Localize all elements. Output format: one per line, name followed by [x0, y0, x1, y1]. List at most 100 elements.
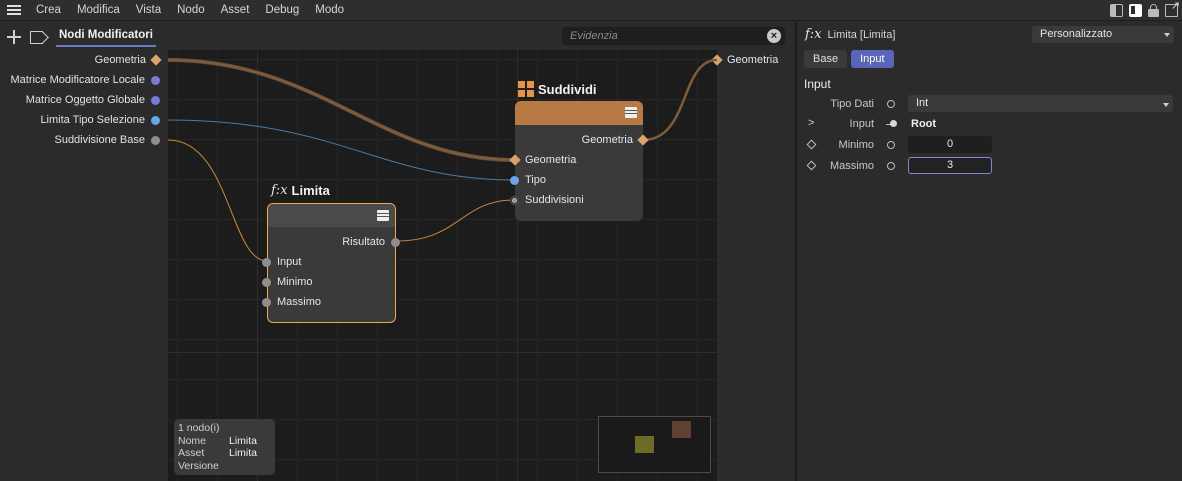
graph-input-limita-tipo-selezione[interactable]: Limita Tipo Selezione [40, 110, 168, 130]
port-dot-icon[interactable] [151, 115, 160, 125]
add-node-icon[interactable] [0, 22, 28, 50]
layout-panel-icon[interactable] [1110, 4, 1123, 17]
info-value: Limita [229, 447, 258, 459]
info-row: Asset Limita [178, 447, 271, 460]
menu-nodo[interactable]: Nodo [169, 0, 213, 21]
minimo-field[interactable]: 0 [908, 136, 992, 153]
section-heading: Input [804, 77, 831, 91]
graph-input-matrice-modificatore-locale[interactable]: Matrice Modificatore Locale [10, 70, 168, 90]
port-dot-icon[interactable] [510, 175, 519, 185]
tipo-dati-dropdown[interactable]: Int [908, 95, 1173, 112]
node-output-risultato[interactable]: Risultato [342, 232, 400, 252]
attribute-tabs: Base Input [804, 50, 894, 68]
node-menu-icon[interactable] [377, 210, 389, 221]
lock-icon[interactable] [1148, 4, 1159, 17]
port-dot-icon[interactable] [262, 257, 271, 267]
port-label: Suddivisioni [525, 194, 584, 206]
preset-dropdown[interactable]: Personalizzato [1032, 26, 1174, 43]
chevron-right-icon[interactable]: > [808, 118, 816, 129]
port-dot-icon[interactable] [262, 277, 271, 287]
port-dot-icon[interactable] [262, 297, 271, 307]
port-label: Suddivisione Base [54, 134, 145, 146]
node-title-text: Limita [291, 183, 330, 198]
node-count: 1 nodo(i) [178, 422, 220, 434]
graph-input-suddivisione-base[interactable]: Suddivisione Base [54, 130, 168, 150]
graph-input-geometria[interactable]: Geometria [95, 50, 168, 70]
attribute-title: Limita [Limita] [827, 28, 896, 41]
node-menu-icon[interactable] [625, 107, 637, 118]
highlight-search-input[interactable] [570, 30, 760, 42]
menu-debug[interactable]: Debug [257, 0, 307, 21]
function-fx-icon: f:x [271, 183, 288, 198]
node-limita-title: f:x Limita [271, 183, 330, 198]
clear-search-icon[interactable]: × [767, 29, 781, 43]
node-input-tipo[interactable]: Tipo [510, 170, 546, 190]
port-dot-icon[interactable] [151, 135, 160, 145]
node-output-geometria[interactable]: Geometria [581, 130, 649, 150]
node-header[interactable] [515, 101, 643, 125]
port-label: Tipo [525, 174, 546, 186]
port-label: Matrice Modificatore Locale [10, 74, 145, 86]
tab-base[interactable]: Base [804, 50, 848, 68]
animation-ring-icon[interactable] [887, 141, 895, 149]
hamburger-menu-icon[interactable] [0, 0, 28, 21]
port-dot-icon[interactable] [510, 195, 519, 205]
param-label: Input [849, 118, 874, 130]
port-label: Minimo [277, 276, 313, 288]
node-input-massimo[interactable]: Massimo [262, 292, 321, 312]
layout-single-icon[interactable] [1129, 4, 1142, 17]
port-dot-icon[interactable] [391, 237, 400, 247]
graph-input-matrice-oggetto-globale[interactable]: Matrice Oggetto Globale [26, 90, 168, 110]
node-limita[interactable]: Risultato Input Minimo Massimo [262, 203, 400, 323]
info-key: Nome [178, 434, 207, 447]
menu-vista[interactable]: Vista [128, 0, 169, 21]
node-input-geometria[interactable]: Geometria [509, 150, 577, 170]
port-diamond-icon[interactable] [711, 54, 723, 66]
menu-modifica[interactable]: Modifica [69, 0, 128, 21]
menu-modo[interactable]: Modo [307, 0, 352, 21]
tab-input[interactable]: Input [851, 50, 894, 68]
port-label: Matrice Oggetto Globale [25, 94, 145, 106]
node-suddividi[interactable]: Geometria Geometria Tipo Suddivisioni [509, 101, 649, 221]
param-minimo: Minimo 0 [797, 136, 1182, 154]
param-tipo-dati: Tipo Dati Int [797, 95, 1182, 113]
node-input-input[interactable]: Input [262, 252, 301, 272]
animation-ring-icon[interactable] [887, 100, 895, 108]
port-dot-icon[interactable] [151, 95, 160, 105]
tag-icon[interactable] [28, 22, 48, 50]
minimap[interactable] [598, 416, 711, 473]
port-label: Geometria [94, 54, 146, 66]
port-diamond-icon[interactable] [509, 154, 521, 166]
port-label: Risultato [342, 236, 385, 248]
info-row: Nome Limita [178, 435, 271, 448]
graph-output-ports: Geometria [711, 50, 795, 481]
port-diamond-icon[interactable] [150, 54, 162, 66]
animation-ring-icon[interactable] [887, 162, 895, 170]
graph-input-ports: Geometria Matrice Modificatore Locale Ma… [0, 50, 168, 481]
menu-asset[interactable]: Asset [213, 0, 258, 21]
minimap-node [635, 436, 654, 453]
chevron-down-icon [1164, 33, 1170, 37]
menu-crea[interactable]: Crea [28, 0, 69, 21]
grid-line [168, 352, 717, 353]
massimo-field[interactable]: 3 [908, 157, 992, 174]
port-label: Geometria [581, 134, 633, 146]
node-header[interactable] [268, 204, 395, 227]
port-connected-icon[interactable] [886, 120, 898, 128]
port-label: Geometria [525, 154, 577, 166]
node-input-suddivisioni[interactable]: Suddivisioni [510, 190, 584, 210]
port-dot-icon[interactable] [151, 75, 160, 85]
node-input-minimo[interactable]: Minimo [262, 272, 312, 292]
keyframe-diamond-icon[interactable] [806, 139, 817, 150]
subdivide-grid-icon [518, 81, 534, 97]
external-window-icon[interactable] [1165, 0, 1180, 17]
graph-output-geometria[interactable]: Geometria [711, 50, 778, 70]
function-fx-icon: f:x [805, 27, 822, 42]
window-controls [1110, 0, 1182, 21]
param-label: Minimo [838, 139, 874, 151]
tab-nodi-modificatori[interactable]: Nodi Modificatori [56, 25, 156, 47]
port-label: Limita Tipo Selezione [40, 114, 145, 126]
keyframe-diamond-icon[interactable] [806, 160, 817, 171]
port-diamond-icon[interactable] [637, 134, 649, 146]
tipo-dati-value: Int [916, 97, 929, 109]
